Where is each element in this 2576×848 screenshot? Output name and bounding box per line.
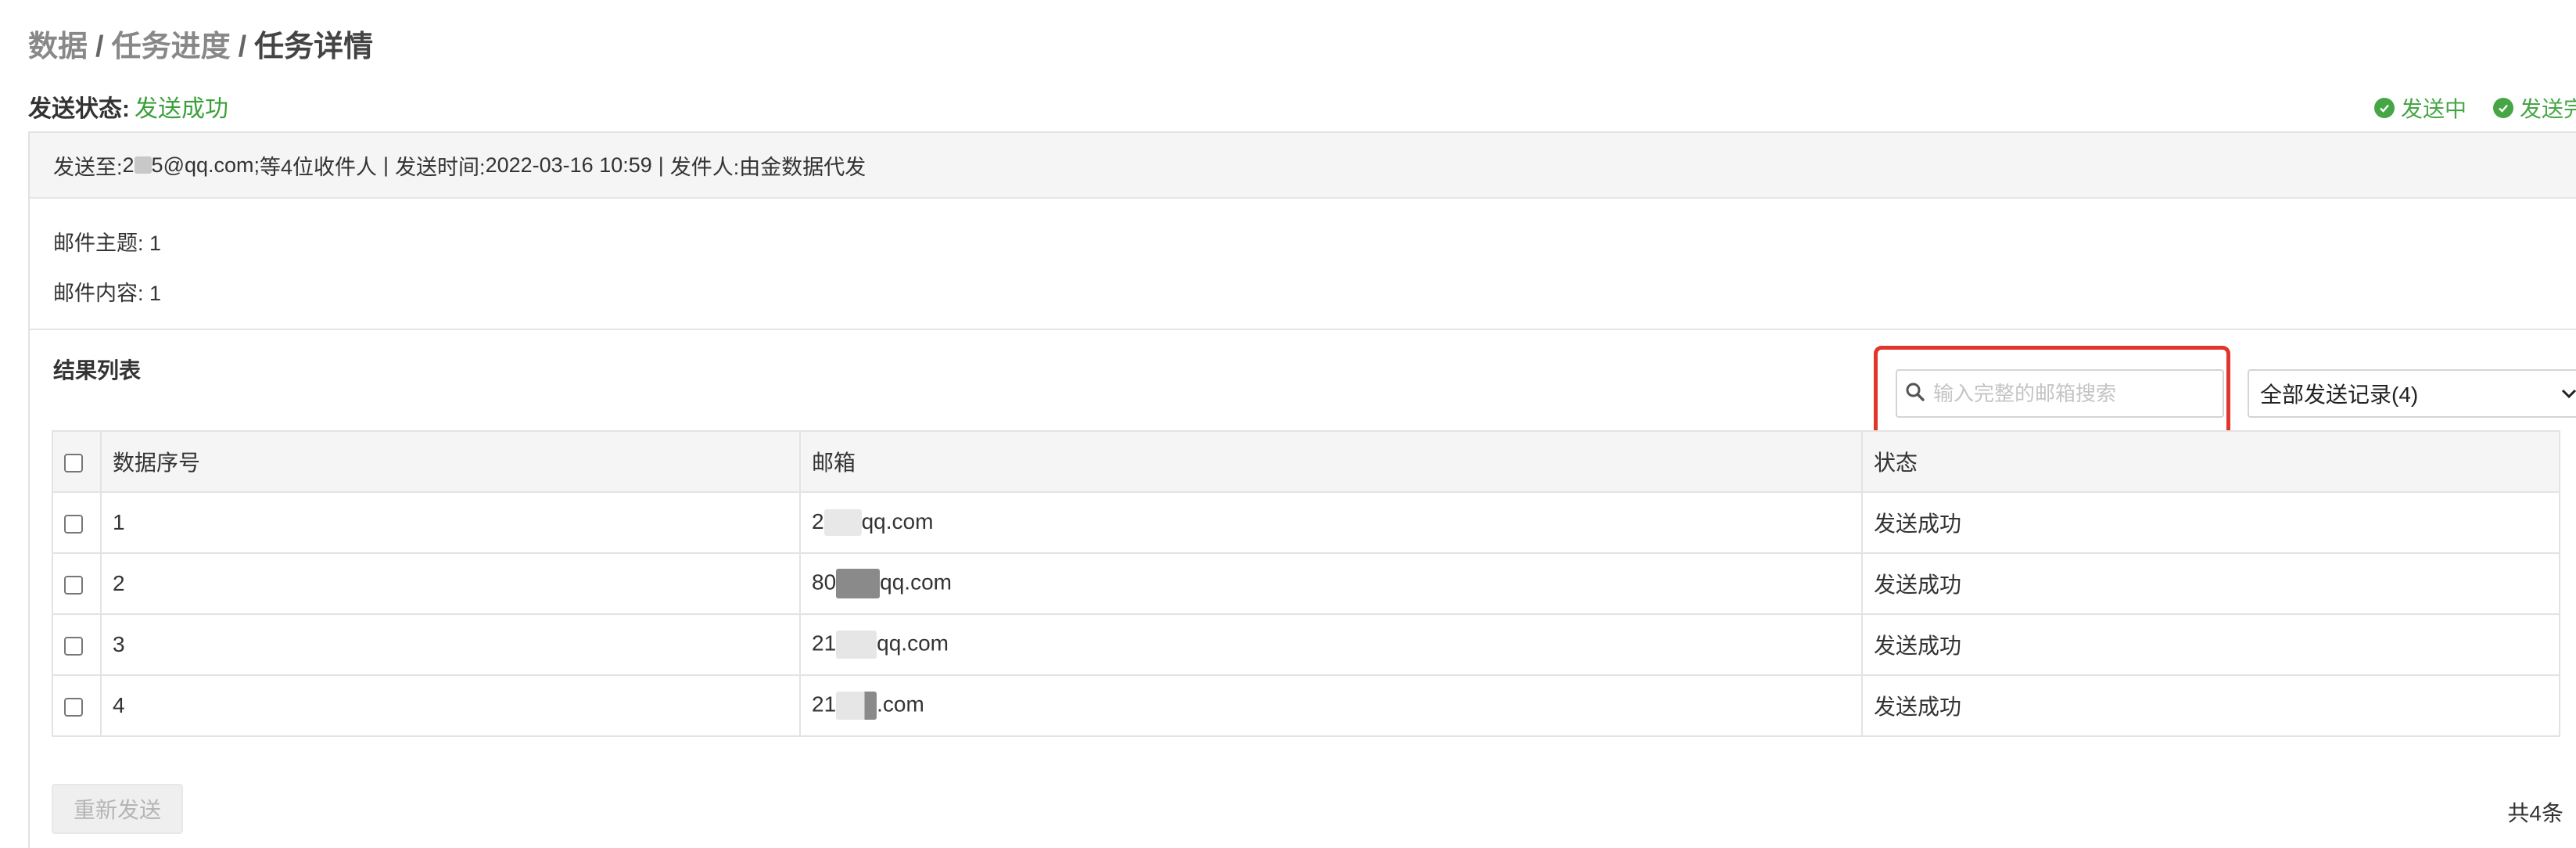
breadcrumb-data[interactable]: 数据 xyxy=(28,31,88,63)
legend-sending-label: 发送中 xyxy=(2400,97,2467,121)
select-all-cell xyxy=(52,430,102,493)
search-icon xyxy=(1905,382,1925,406)
table-row: 2 80 qq.com 发送成功 xyxy=(52,552,2560,615)
table-row: 4 21 .com 发送成功 xyxy=(52,674,2560,737)
row-index: 1 xyxy=(100,491,801,554)
task-detail-page: 数据/任务进度/任务详情 发送状态:发送成功 发送中 发送完成 发送至: 25@… xyxy=(0,0,2576,848)
row-check-cell xyxy=(52,491,102,554)
row-check-cell xyxy=(52,674,102,737)
mail-info: 邮件主题: 1 邮件内容: 1 xyxy=(30,199,2576,330)
resend-button[interactable]: 重新发送 xyxy=(52,784,183,834)
legend-done: 发送完成 xyxy=(2492,92,2576,124)
check-circle-icon xyxy=(2492,98,2513,118)
breadcrumb: 数据 / 任务进度 / 任务详情 xyxy=(28,22,373,65)
send-to-suffix: 5@qq.com; xyxy=(151,153,260,177)
row-checkbox[interactable] xyxy=(64,514,83,534)
email-search-input[interactable] xyxy=(1932,380,2216,407)
column-header-status: 状态 xyxy=(1861,430,2560,493)
send-to-label: 发送至: xyxy=(53,155,123,179)
mail-content: 邮件内容: 1 xyxy=(53,278,2553,329)
row-email-prefix: 80 xyxy=(812,570,837,595)
row-status: 发送成功 xyxy=(1861,613,2560,676)
send-status: 发送状态: 发送成功 xyxy=(28,89,228,124)
status-legend: 发送中 发送完成 xyxy=(2373,92,2576,124)
legend-done-label: 发送完成 xyxy=(2519,97,2576,121)
results-title: 结果列表 xyxy=(53,358,142,383)
sender-value: 由金数据代发 xyxy=(739,155,866,179)
recipients-count: 等4位收件人 xyxy=(260,155,378,179)
row-email-suffix: qq.com xyxy=(861,508,934,534)
row-email: 80 qq.com xyxy=(799,552,1863,615)
row-checkbox[interactable] xyxy=(64,697,83,717)
row-checkbox[interactable] xyxy=(64,575,83,595)
breadcrumb-task-detail: 任务详情 xyxy=(254,31,374,63)
select-all-checkbox[interactable] xyxy=(64,453,83,473)
redacted-block xyxy=(836,569,881,598)
mail-subject-value: 1 xyxy=(149,232,162,255)
redacted-block xyxy=(134,156,152,174)
breadcrumb-separator: / xyxy=(238,31,247,63)
row-email-suffix: .com xyxy=(877,692,924,717)
row-status: 发送成功 xyxy=(1861,552,2560,615)
email-search-box[interactable] xyxy=(1896,369,2224,418)
mail-content-value: 1 xyxy=(149,282,162,305)
row-email-suffix: qq.com xyxy=(880,570,952,595)
redacted-block xyxy=(836,692,877,720)
breadcrumb-task-progress[interactable]: 任务进度 xyxy=(112,31,231,63)
legend-sending: 发送中 xyxy=(2373,92,2467,124)
send-time-label: 发送时间: xyxy=(395,155,486,179)
total-count: 共4条 xyxy=(2507,801,2563,825)
row-checkbox[interactable] xyxy=(64,636,83,656)
column-header-email: 邮箱 xyxy=(799,430,1863,493)
row-email-prefix: 2 xyxy=(812,508,824,534)
column-header-index: 数据序号 xyxy=(100,430,801,493)
send-to-prefix: 2 xyxy=(122,153,135,177)
row-email: 21 .com xyxy=(799,674,1863,737)
row-check-cell xyxy=(52,613,102,676)
table-header-row: 数据序号 邮箱 状态 xyxy=(52,430,2560,493)
table-row: 3 21 qq.com 发送成功 xyxy=(52,613,2560,676)
row-index: 3 xyxy=(100,613,801,676)
mail-subject: 邮件主题: 1 xyxy=(53,228,2553,278)
redacted-block xyxy=(836,631,877,659)
redacted-block xyxy=(823,509,862,537)
send-meta-bar: 发送至: 2 5@qq.com; 等4位收件人 | 发送时间: 2022-03-1… xyxy=(30,133,2576,199)
check-circle-icon xyxy=(2373,98,2395,118)
send-record-filter[interactable]: 全部发送记录(4) xyxy=(2248,369,2576,418)
row-email-prefix: 21 xyxy=(812,692,837,717)
meta-divider: | xyxy=(658,153,664,177)
filter-selected-value: 全部发送记录(4) xyxy=(2260,383,2419,407)
send-status-label: 发送状态: xyxy=(28,96,130,122)
breadcrumb-separator: / xyxy=(95,31,104,63)
mail-subject-label: 邮件主题: xyxy=(53,232,144,255)
row-status: 发送成功 xyxy=(1861,491,2560,554)
row-check-cell xyxy=(52,552,102,615)
mail-content-label: 邮件内容: xyxy=(53,282,144,305)
row-index: 2 xyxy=(100,552,801,615)
row-email-prefix: 21 xyxy=(812,631,837,656)
row-email: 2 qq.com xyxy=(799,491,1863,554)
row-index: 4 xyxy=(100,674,801,737)
row-email: 21 qq.com xyxy=(799,613,1863,676)
table-row: 1 2 qq.com 发送成功 xyxy=(52,491,2560,554)
row-status: 发送成功 xyxy=(1861,674,2560,737)
meta-divider: | xyxy=(383,153,389,177)
send-time-value: 2022-03-16 10:59 xyxy=(485,153,652,177)
row-email-suffix: qq.com xyxy=(877,631,949,656)
send-status-value: 发送成功 xyxy=(135,96,228,122)
results-table: 数据序号 邮箱 状态 1 2 qq.com 发送成功 2 80 qq.com 发送成… xyxy=(52,430,2560,737)
chevron-down-icon xyxy=(2559,383,2576,409)
sender-label: 发件人: xyxy=(669,155,740,179)
